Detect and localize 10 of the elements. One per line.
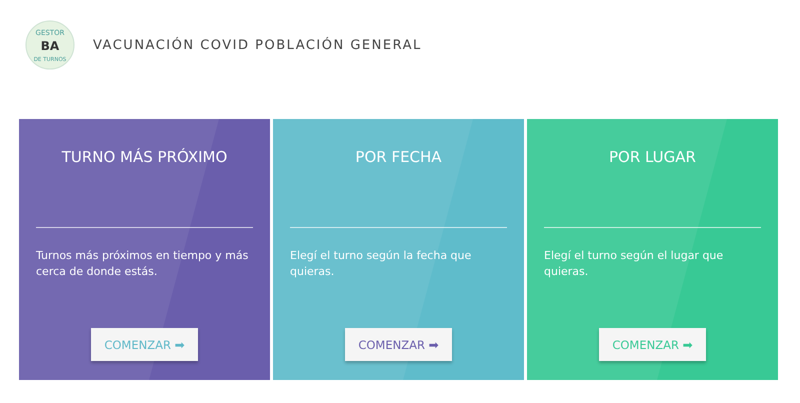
- card-title: POR LUGAR: [609, 148, 696, 166]
- card-description: Elegí el turno según el lugar que quieras.: [544, 248, 724, 280]
- card-description: Turnos más próximos en tiempo y más cerca de donde estás.: [36, 248, 250, 280]
- start-button[interactable]: COMENZAR ➡: [599, 328, 706, 361]
- card-title: POR FECHA: [355, 148, 442, 166]
- card-title: TURNO MÁS PRÓXIMO: [62, 148, 228, 166]
- page-title: VACUNACIÓN COVID POBLACIÓN GENERAL: [93, 38, 422, 52]
- start-button[interactable]: COMENZAR ➡: [91, 328, 198, 361]
- card-description: Elegí el turno según la fecha que quieras.: [290, 248, 472, 280]
- start-button[interactable]: COMENZAR ➡: [345, 328, 452, 361]
